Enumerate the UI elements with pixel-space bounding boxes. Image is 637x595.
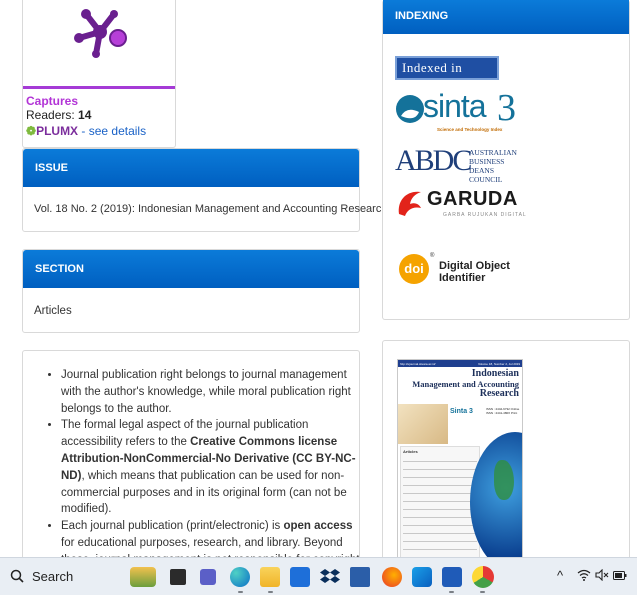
chrome-icon[interactable] [472,566,494,588]
sinta-globe-icon [396,95,424,123]
cover-issn: ISSN : 2442-9732 Online ISSN : 2441-480X… [486,407,520,415]
cover-sinta-badge: Sinta 3 [450,408,473,415]
weather-widget-icon[interactable] [130,567,156,587]
taskbar: Search ^ [0,557,637,595]
indexing-header-label: INDEXING [395,10,449,22]
abdc-letters: ABDC [395,144,472,177]
photos-icon[interactable] [412,567,432,587]
sinta-rank: 3 [497,87,516,129]
plumx-see-details[interactable]: ❁PLUMX - see details [26,124,146,138]
cover-map-graphic [494,460,514,500]
cover-article-lines [403,458,477,554]
file-explorer-icon[interactable] [260,567,280,587]
garuda-logo[interactable]: GARUDA GARBA RUJUKAN DIGITAL [395,188,527,226]
section-header: SECTION [23,250,359,288]
edge-icon[interactable] [230,567,250,587]
doi-logo[interactable]: doi ® Digital Object Identifier [399,253,529,290]
sinta-subtitle: Science and Technology Index [437,127,503,132]
abdc-text: AUSTRALIAN BUSINESS DEANS COUNCIL [469,148,517,184]
cover-top-band: http://ejournal.stiesia.ac.id/ Volume 18… [398,360,522,367]
section-value: Articles [34,305,72,317]
issue-header-label: ISSUE [35,162,69,174]
wifi-icon[interactable] [577,569,591,581]
task-view-icon[interactable] [170,569,186,585]
cover-card: http://ejournal.stiesia.ac.id/ Volume 18… [382,340,630,560]
readers-line: Readers: 14 [26,108,91,122]
sinta-wordmark: sinta [423,88,487,124]
section-header-label: SECTION [35,263,84,275]
indexing-header: INDEXING [383,0,629,34]
running-indicator [238,591,243,593]
see-details-link[interactable]: - see details [78,124,146,138]
readers-label: Readers: [26,108,75,122]
rights-list: Journal publication right belongs to jou… [23,367,359,559]
open-access-text: open access [283,520,353,533]
rights-item: Each journal publication (print/electron… [61,518,359,559]
issue-card: ISSUE Vol. 18 No. 2 (2019): Indonesian M… [22,148,387,232]
garuda-bird-icon [398,191,421,216]
issue-link[interactable]: Vol. 18 No. 2 (2019): Indonesian Managem… [34,203,387,215]
doi-text: Digital Object Identifier [439,260,510,284]
issue-header: ISSUE [23,149,359,187]
doi-registered-mark: ® [430,253,435,259]
plumx-divider [23,86,175,89]
tray-chevron-icon[interactable]: ^ [557,568,563,583]
section-card: SECTION Articles [22,249,360,333]
journal-cover-image[interactable]: http://ejournal.stiesia.ac.id/ Volume 18… [397,359,523,559]
calculator-icon[interactable] [350,567,370,587]
running-indicator [480,591,485,593]
indexed-in-banner: Indexed in [395,56,499,80]
abdc-logo[interactable]: ABDC AUSTRALIAN BUSINESS DEANS COUNCIL [395,144,525,184]
captures-label: Captures [26,94,79,108]
taskbar-search[interactable]: Search [6,565,106,587]
cover-contents-box: Articles [400,446,480,558]
garuda-wordmark: GARUDA [427,188,518,210]
sinta-logo[interactable]: sinta 3 Science and Technology Index [395,87,525,136]
plumx-logo-icon [74,9,127,58]
search-icon [10,569,24,583]
running-indicator [449,591,454,593]
volume-icon[interactable] [595,569,609,581]
battery-icon[interactable] [613,571,627,580]
readers-count: 14 [78,108,92,122]
garuda-subtitle: GARBA RUJUKAN DIGITAL [443,212,527,218]
doi-badge-icon: doi [399,254,429,284]
search-label: Search [32,568,74,584]
cover-title: Indonesian Management and Accounting Res… [412,368,519,399]
plumx-brand: PLUMX [36,124,79,138]
rights-item: Journal publication right belongs to jou… [61,367,359,417]
cover-articles-head: Articles [403,449,418,454]
rights-card: Journal publication right belongs to jou… [22,350,360,560]
indexing-card: INDEXING Indexed in sinta 3 Science and … [382,0,630,320]
rights-item: The formal legal aspect of the journal p… [61,417,359,518]
running-indicator [268,591,273,593]
plumx-widget: Captures Readers: 14 ❁PLUMX - see detail… [22,0,176,148]
word-icon[interactable] [442,567,462,587]
firefox-icon[interactable] [382,567,402,587]
teams-icon[interactable] [200,569,216,585]
dropbox-icon[interactable] [320,567,340,587]
plumx-brand-icon: ❁ [26,124,37,138]
cover-pen-graphic [398,404,448,444]
mail-icon[interactable] [290,567,310,587]
